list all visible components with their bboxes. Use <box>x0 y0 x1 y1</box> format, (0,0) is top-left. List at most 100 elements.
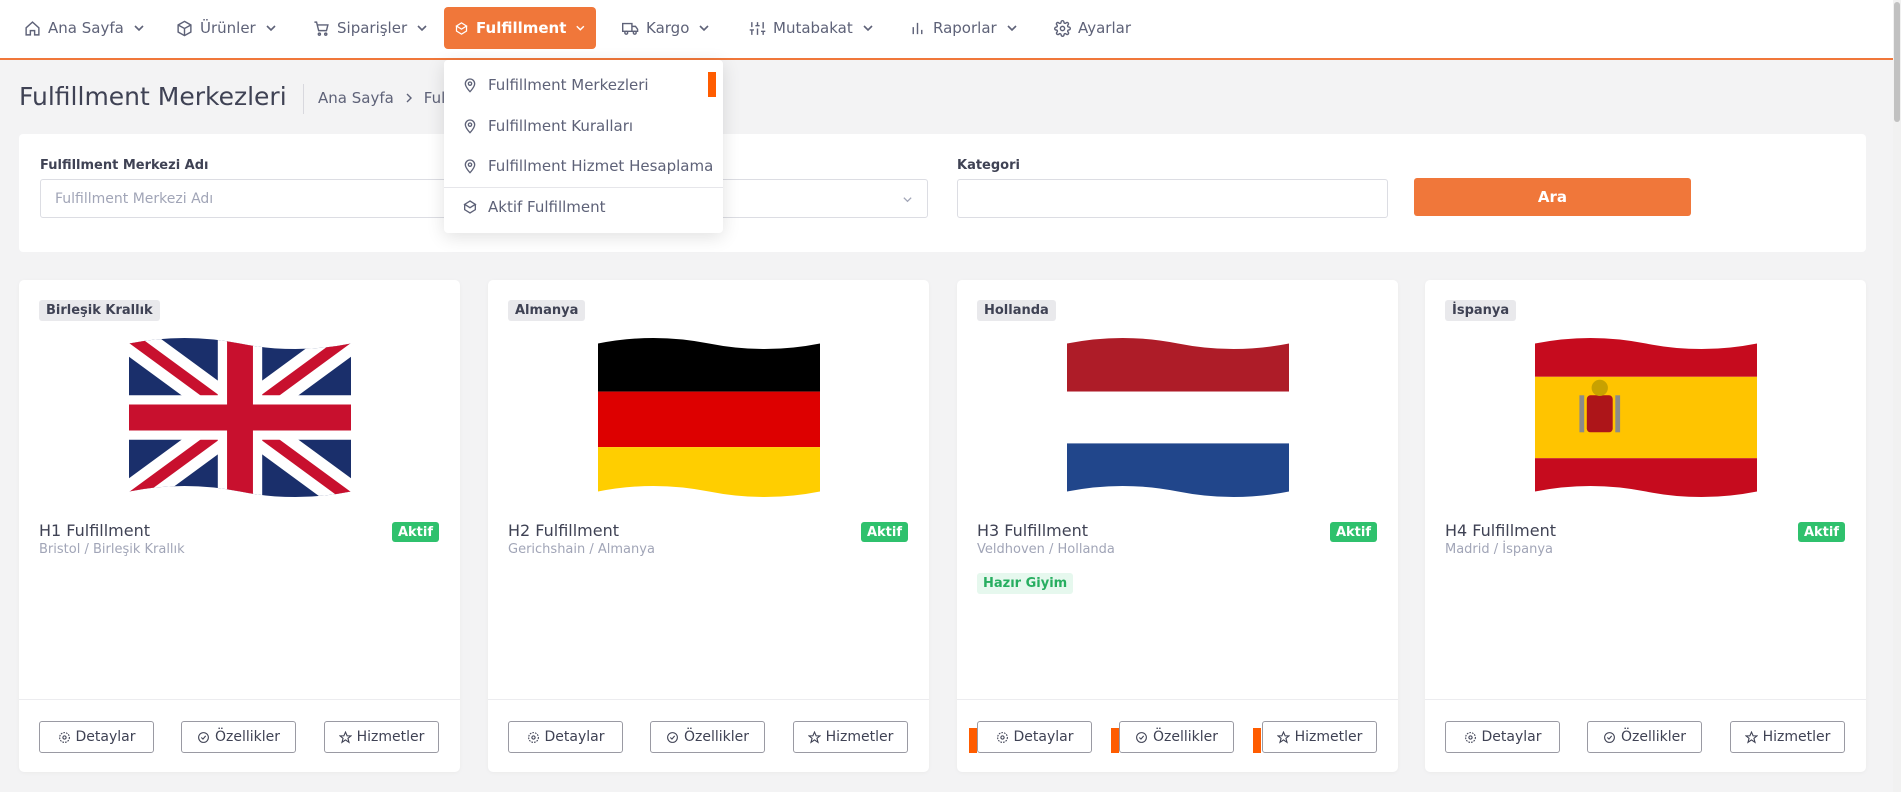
card-title: H4 Fulfillment <box>1445 521 1557 540</box>
nav-label: Ürünler <box>200 19 256 37</box>
menu-divider <box>444 187 723 188</box>
status-badge: Aktif <box>1797 522 1845 542</box>
nav-label: Raporlar <box>933 19 997 37</box>
nav-label: Mutabakat <box>773 19 853 37</box>
gear-icon <box>1054 19 1071 37</box>
nav-item-kargo[interactable]: Kargo <box>612 7 720 49</box>
map-pin-icon <box>464 119 476 134</box>
name-search-input[interactable]: Fulfillment Merkezi Adı <box>40 179 455 218</box>
nav-item-fulfillment[interactable]: Fulfillment <box>444 7 596 49</box>
nav-label: Kargo <box>646 19 690 37</box>
nav-item-raporlar[interactable]: Raporlar <box>899 7 1028 49</box>
services-button[interactable]: Hizmetler <box>1262 721 1377 753</box>
details-button[interactable]: Detaylar <box>977 721 1092 753</box>
highlight-marker <box>1253 728 1261 753</box>
menu-item-aktif-fulfillment[interactable]: Aktif Fulfillment <box>462 198 606 216</box>
services-button[interactable]: Hizmetler <box>1730 721 1845 753</box>
services-label: Hizmetler <box>825 729 894 745</box>
chevron-down-icon <box>576 25 585 31</box>
nav-item-mutabakat[interactable]: Mutabakat <box>739 7 884 49</box>
nav-item-urunler[interactable]: Ürünler <box>166 7 287 49</box>
fulfillment-card: İspanya H4 Fulfillment Aktif Madrid / İs… <box>1425 280 1866 772</box>
nav-label: Fulfillment <box>476 19 567 37</box>
card-divider <box>1425 699 1866 700</box>
card-divider <box>19 699 460 700</box>
menu-item-label: Fulfillment Hizmet Hesaplama <box>488 157 714 175</box>
germany-flag-icon <box>598 337 820 498</box>
features-button[interactable]: Özellikler <box>181 721 296 753</box>
details-label: Detaylar <box>544 729 605 745</box>
card-divider <box>488 699 929 700</box>
chevron-down-icon <box>699 25 709 32</box>
star-icon <box>338 730 352 744</box>
fulfillment-card: Birleşik Krallık H1 Fulfillment Aktif Br… <box>19 280 460 772</box>
features-button[interactable]: Özellikler <box>650 721 765 753</box>
details-button[interactable]: Detaylar <box>1445 721 1560 753</box>
nav-item-ana-sayfa[interactable]: Ana Sayfa <box>14 7 155 49</box>
cart-icon <box>314 20 329 36</box>
sliders-icon <box>749 21 766 35</box>
nav-item-ayarlar[interactable]: Ayarlar <box>1044 7 1141 49</box>
star-icon <box>1744 730 1758 744</box>
features-label: Özellikler <box>683 729 750 745</box>
card-location: Bristol / Birleşik Krallık <box>39 542 185 557</box>
chevron-down-icon <box>417 25 427 32</box>
card-title: H2 Fulfillment <box>508 521 620 540</box>
services-button[interactable]: Hizmetler <box>324 721 439 753</box>
page-title: Fulfillment Merkezleri <box>19 82 287 111</box>
features-label: Özellikler <box>1620 729 1687 745</box>
status-badge: Aktif <box>860 522 908 542</box>
uk-flag-icon <box>129 337 351 498</box>
details-button[interactable]: Detaylar <box>508 721 623 753</box>
highlight-marker <box>1111 728 1119 753</box>
category-input[interactable] <box>957 179 1388 218</box>
category-field-label: Kategori <box>957 158 1020 173</box>
menu-item-hizmet-hesaplama[interactable]: Fulfillment Hizmet Hesaplama <box>462 157 713 175</box>
features-button[interactable]: Özellikler <box>1587 721 1702 753</box>
breadcrumb-home-link[interactable]: Ana Sayfa <box>318 89 394 107</box>
country-badge: Almanya <box>508 300 586 321</box>
gear-icon <box>996 731 1008 743</box>
services-label: Hizmetler <box>1294 729 1363 745</box>
card-location: Veldhoven / Hollanda <box>977 542 1115 557</box>
details-button[interactable]: Detaylar <box>39 721 154 753</box>
spain-flag-icon <box>1535 337 1757 498</box>
name-field-label: Fulfillment Merkezi Adı <box>40 158 209 173</box>
menu-item-fulfillment-merkezleri[interactable]: Fulfillment Merkezleri <box>462 76 649 94</box>
home-icon <box>25 20 40 36</box>
nav-label: Ana Sayfa <box>48 19 124 37</box>
fulfillment-card: Almanya H2 Fulfillment Aktif Gerichshain… <box>488 280 929 772</box>
filter-panel: Fulfillment Merkezi Adı Fulfillment Merk… <box>19 134 1866 252</box>
menu-item-label: Fulfillment Kuralları <box>488 117 634 135</box>
menu-item-fulfillment-kurallari[interactable]: Fulfillment Kuralları <box>462 117 633 135</box>
map-pin-icon <box>464 159 476 174</box>
nav-label: Ayarlar <box>1078 19 1132 37</box>
nav-item-siparisler[interactable]: Siparişler <box>303 7 438 49</box>
fulfillment-dropdown-menu: Fulfillment Merkezleri Fulfillment Kural… <box>444 60 723 233</box>
chevron-down-icon <box>266 25 276 32</box>
services-label: Hizmetler <box>1762 729 1831 745</box>
cube-icon <box>177 20 192 36</box>
name-input-placeholder: Fulfillment Merkezi Adı <box>55 190 214 207</box>
menu-item-label: Aktif Fulfillment <box>488 198 606 216</box>
services-button[interactable]: Hizmetler <box>793 721 908 753</box>
box-icon <box>455 21 468 35</box>
search-button[interactable]: Ara <box>1414 178 1691 216</box>
chevron-right-icon <box>406 93 412 103</box>
bar-chart-icon <box>912 22 923 34</box>
chevron-down-icon <box>903 197 912 203</box>
box-icon <box>463 200 477 214</box>
card-title: H3 Fulfillment <box>977 521 1089 540</box>
truck-icon <box>622 22 639 35</box>
gear-icon <box>527 731 539 743</box>
header-divider <box>303 84 304 114</box>
check-circle-icon <box>198 731 209 743</box>
star-icon <box>1276 730 1290 744</box>
category-tag: Hazır Giyim <box>977 573 1074 594</box>
check-circle-icon <box>1136 731 1147 743</box>
features-button[interactable]: Özellikler <box>1119 721 1234 753</box>
services-label: Hizmetler <box>356 729 425 745</box>
nav-label: Siparişler <box>337 19 408 37</box>
scrollbar-thumb[interactable] <box>1894 2 1900 122</box>
page-scrollbar[interactable] <box>1893 0 1901 792</box>
